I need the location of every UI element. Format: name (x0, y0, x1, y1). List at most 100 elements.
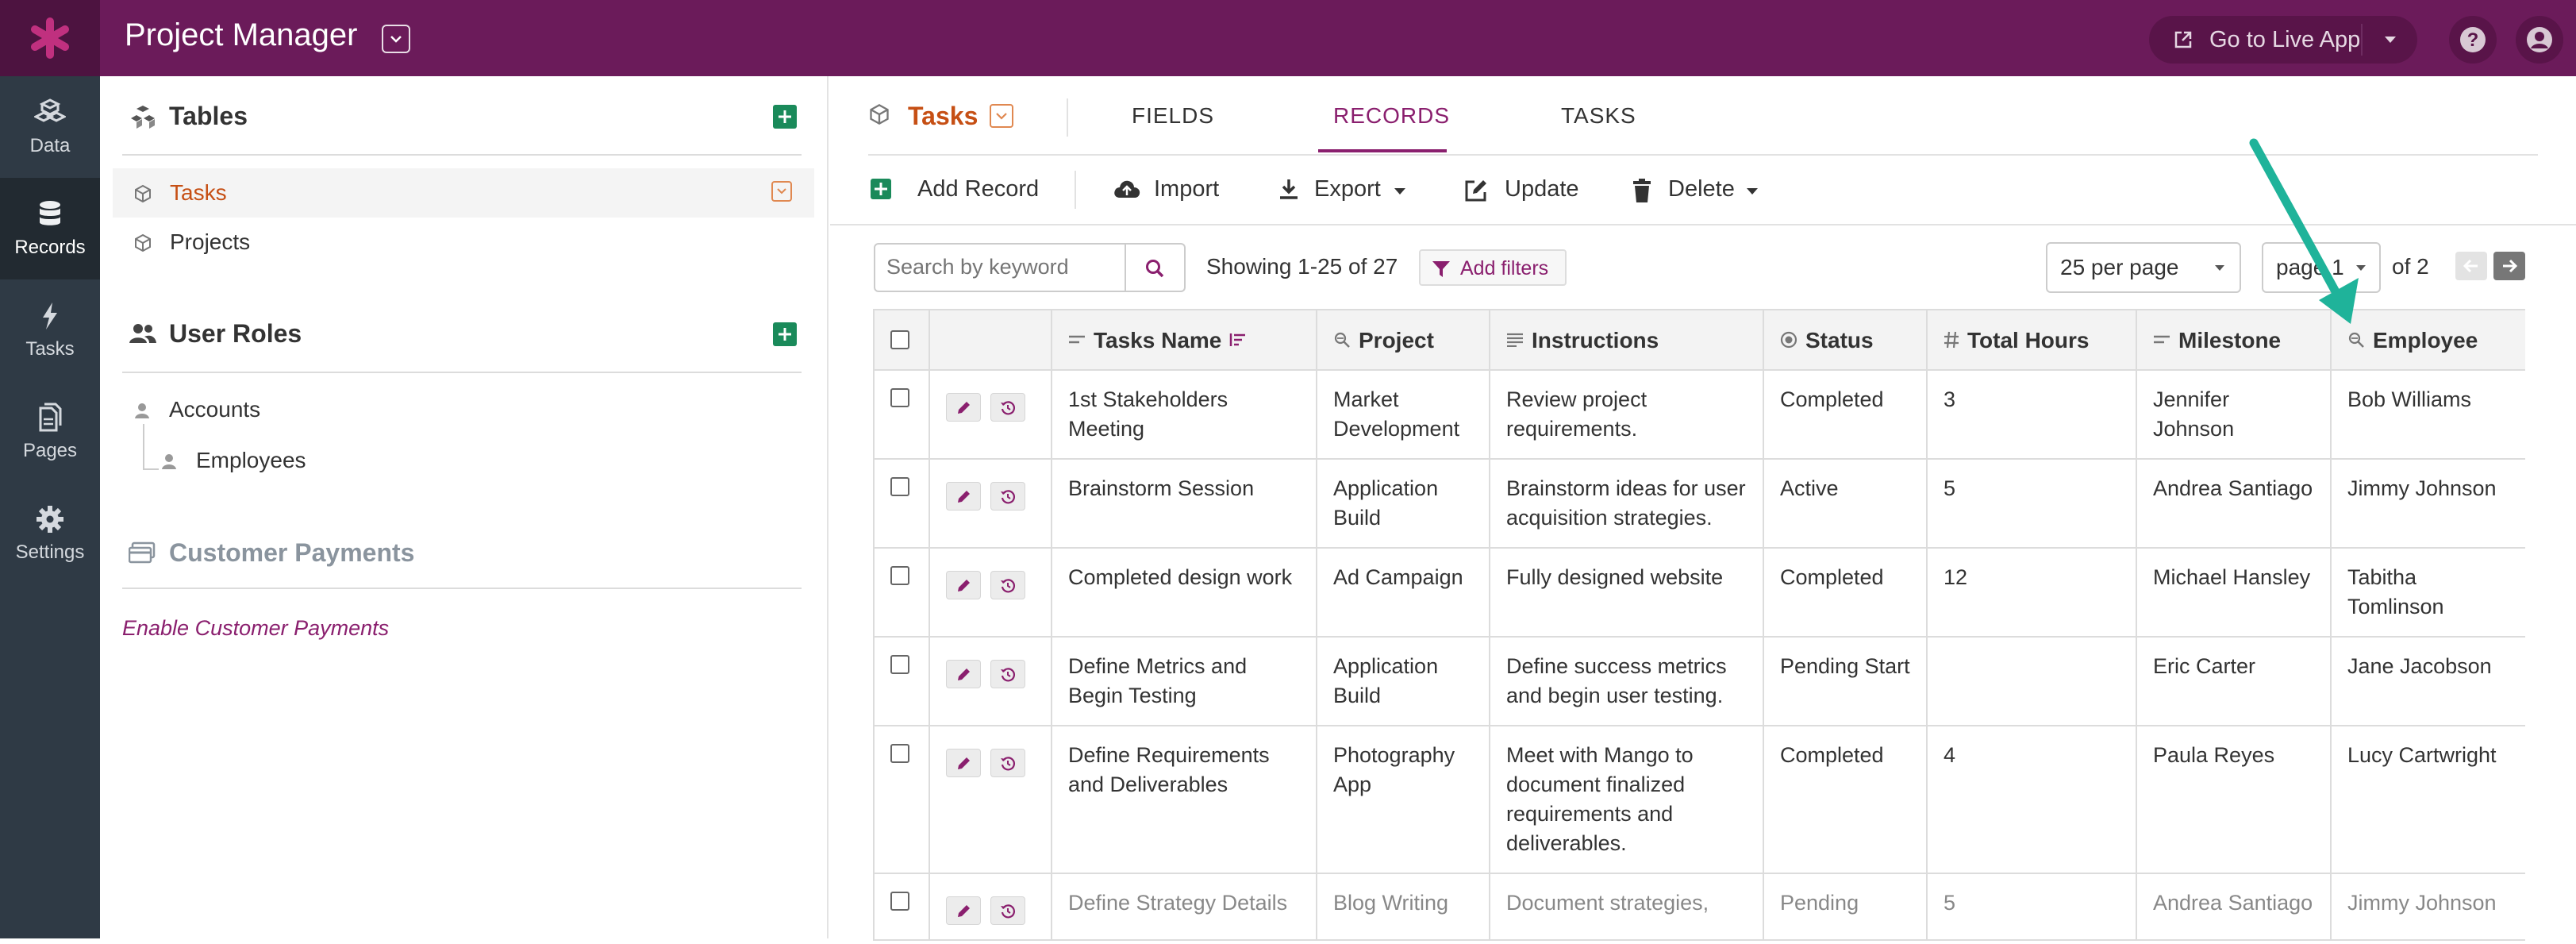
cell-milestone[interactable]: Michael Hansley (2136, 547, 2332, 638)
user-account-button[interactable] (2516, 16, 2563, 64)
cell-total-hours[interactable]: 12 (1926, 547, 2137, 638)
record-history-button[interactable] (990, 571, 1025, 599)
role-item-employees[interactable]: Employees (196, 448, 306, 473)
cell-instructions[interactable]: Document strategies, (1489, 873, 1764, 941)
per-page-select[interactable]: 25 per page (2046, 242, 2241, 293)
cell-status[interactable]: Completed (1763, 725, 1928, 874)
cell-instructions[interactable]: Define success metrics and begin user te… (1489, 636, 1764, 726)
cell-milestone[interactable]: Andrea Santiago (2136, 873, 2332, 941)
app-logo[interactable] (0, 0, 100, 76)
column-header-tasks-name[interactable]: Tasks Name (1051, 309, 1317, 371)
record-history-button[interactable] (990, 482, 1025, 511)
caret-down-icon[interactable] (2384, 36, 2397, 44)
table-row[interactable]: Completed design work Ad Campaign Fully … (873, 547, 2525, 638)
cell-total-hours[interactable]: 5 (1926, 873, 2137, 941)
cell-instructions[interactable]: Fully designed website (1489, 547, 1764, 638)
cell-milestone[interactable]: Paula Reyes (2136, 725, 2332, 874)
table-row[interactable]: Define Strategy Details Blog Writing Doc… (873, 873, 2525, 941)
enable-customer-payments-link[interactable]: Enable Customer Payments (122, 616, 389, 641)
cell-employee[interactable]: Bob Williams (2330, 369, 2525, 460)
cell-tasks-name[interactable]: Define Metrics and Begin Testing (1051, 636, 1317, 726)
go-to-live-app-button[interactable]: Go to Live App (2149, 16, 2417, 64)
cell-total-hours[interactable] (1926, 636, 2137, 726)
help-button[interactable]: ? (2449, 16, 2497, 64)
row-checkbox[interactable] (890, 892, 909, 911)
cell-status[interactable]: Pending (1763, 873, 1928, 941)
cell-status[interactable]: Completed (1763, 369, 1928, 460)
cell-employee[interactable]: Jimmy Johnson (2330, 873, 2525, 941)
row-checkbox[interactable] (890, 566, 909, 585)
cell-milestone[interactable]: Jennifer Johnson (2136, 369, 2332, 460)
prev-page-button[interactable] (2455, 252, 2487, 280)
column-header-project[interactable]: Project (1316, 309, 1490, 371)
cell-instructions[interactable]: Review project requirements. (1489, 369, 1764, 460)
cell-tasks-name[interactable]: Completed design work (1051, 547, 1317, 638)
record-history-button[interactable] (990, 896, 1025, 925)
nav-item-data[interactable]: Data (0, 76, 100, 178)
table-row[interactable]: Define Requirements and Deliverables Pho… (873, 725, 2525, 874)
cell-employee[interactable]: Jimmy Johnson (2330, 458, 2525, 549)
edit-record-button[interactable] (946, 571, 981, 599)
add-table-button[interactable] (773, 105, 797, 129)
cell-employee[interactable]: Jane Jacobson (2330, 636, 2525, 726)
nav-item-tasks[interactable]: Tasks (0, 279, 100, 381)
nav-item-pages[interactable]: Pages (0, 381, 100, 483)
search-input[interactable] (875, 245, 1112, 289)
row-checkbox[interactable] (890, 655, 909, 674)
cell-status[interactable]: Active (1763, 458, 1928, 549)
row-checkbox[interactable] (890, 744, 909, 763)
row-checkbox[interactable] (890, 388, 909, 407)
record-history-button[interactable] (990, 749, 1025, 777)
cell-employee[interactable]: Lucy Cartwright (2330, 725, 2525, 874)
cell-instructions[interactable]: Brainstorm ideas for user acquisition st… (1489, 458, 1764, 549)
next-page-button[interactable] (2493, 252, 2525, 280)
cell-tasks-name[interactable]: Define Strategy Details (1051, 873, 1317, 941)
column-header-status[interactable]: Status (1763, 309, 1928, 371)
cell-total-hours[interactable]: 3 (1926, 369, 2137, 460)
table-item-projects[interactable]: Projects (113, 218, 814, 267)
row-checkbox[interactable] (890, 477, 909, 496)
edit-record-button[interactable] (946, 482, 981, 511)
tab-tasks[interactable]: TASKS (1561, 103, 1636, 129)
record-history-button[interactable] (990, 660, 1025, 688)
table-row[interactable]: Brainstorm Session Application Build Bra… (873, 458, 2525, 549)
search-button[interactable] (1125, 243, 1186, 292)
edit-record-button[interactable] (946, 896, 981, 925)
current-table-dropdown[interactable] (990, 104, 1013, 128)
cell-status[interactable]: Completed (1763, 547, 1928, 638)
add-filters-button[interactable]: Add filters (1419, 249, 1567, 286)
cell-tasks-name[interactable]: 1st Stakeholders Meeting (1051, 369, 1317, 460)
cell-project[interactable]: Ad Campaign (1316, 547, 1490, 638)
table-item-tasks[interactable]: Tasks (113, 168, 814, 218)
cell-project[interactable]: Photography App (1316, 725, 1490, 874)
tab-fields[interactable]: FIELDS (1132, 103, 1214, 129)
edit-record-button[interactable] (946, 393, 981, 422)
role-item-accounts[interactable]: Accounts (169, 397, 260, 422)
nav-item-records[interactable]: Records (0, 178, 100, 279)
cell-milestone[interactable]: Andrea Santiago (2136, 458, 2332, 549)
cell-tasks-name[interactable]: Define Requirements and Deliverables (1051, 725, 1317, 874)
cell-employee[interactable]: Tabitha Tomlinson (2330, 547, 2525, 638)
cell-project[interactable]: Application Build (1316, 458, 1490, 549)
column-header-total-hours[interactable]: Total Hours (1926, 309, 2137, 371)
record-history-button[interactable] (990, 393, 1025, 422)
table-row[interactable]: 1st Stakeholders Meeting Market Developm… (873, 369, 2525, 460)
column-header-instructions[interactable]: Instructions (1489, 309, 1764, 371)
cell-total-hours[interactable]: 4 (1926, 725, 2137, 874)
nav-item-settings[interactable]: Settings (0, 483, 100, 584)
add-user-role-button[interactable] (773, 322, 797, 346)
table-row[interactable]: Define Metrics and Begin Testing Applica… (873, 636, 2525, 726)
tab-records[interactable]: RECORDS (1333, 103, 1450, 129)
cell-project[interactable]: Market Development (1316, 369, 1490, 460)
edit-record-button[interactable] (946, 749, 981, 777)
cell-total-hours[interactable]: 5 (1926, 458, 2137, 549)
cell-status[interactable]: Pending Start (1763, 636, 1928, 726)
cell-milestone[interactable]: Eric Carter (2136, 636, 2332, 726)
edit-record-button[interactable] (946, 660, 981, 688)
cell-project[interactable]: Application Build (1316, 636, 1490, 726)
sort-icon[interactable] (1229, 332, 1247, 348)
column-header-milestone[interactable]: Milestone (2136, 309, 2332, 371)
select-all-checkbox[interactable] (890, 330, 909, 349)
table-options-dropdown[interactable] (771, 181, 792, 202)
app-menu-dropdown[interactable] (382, 25, 410, 53)
